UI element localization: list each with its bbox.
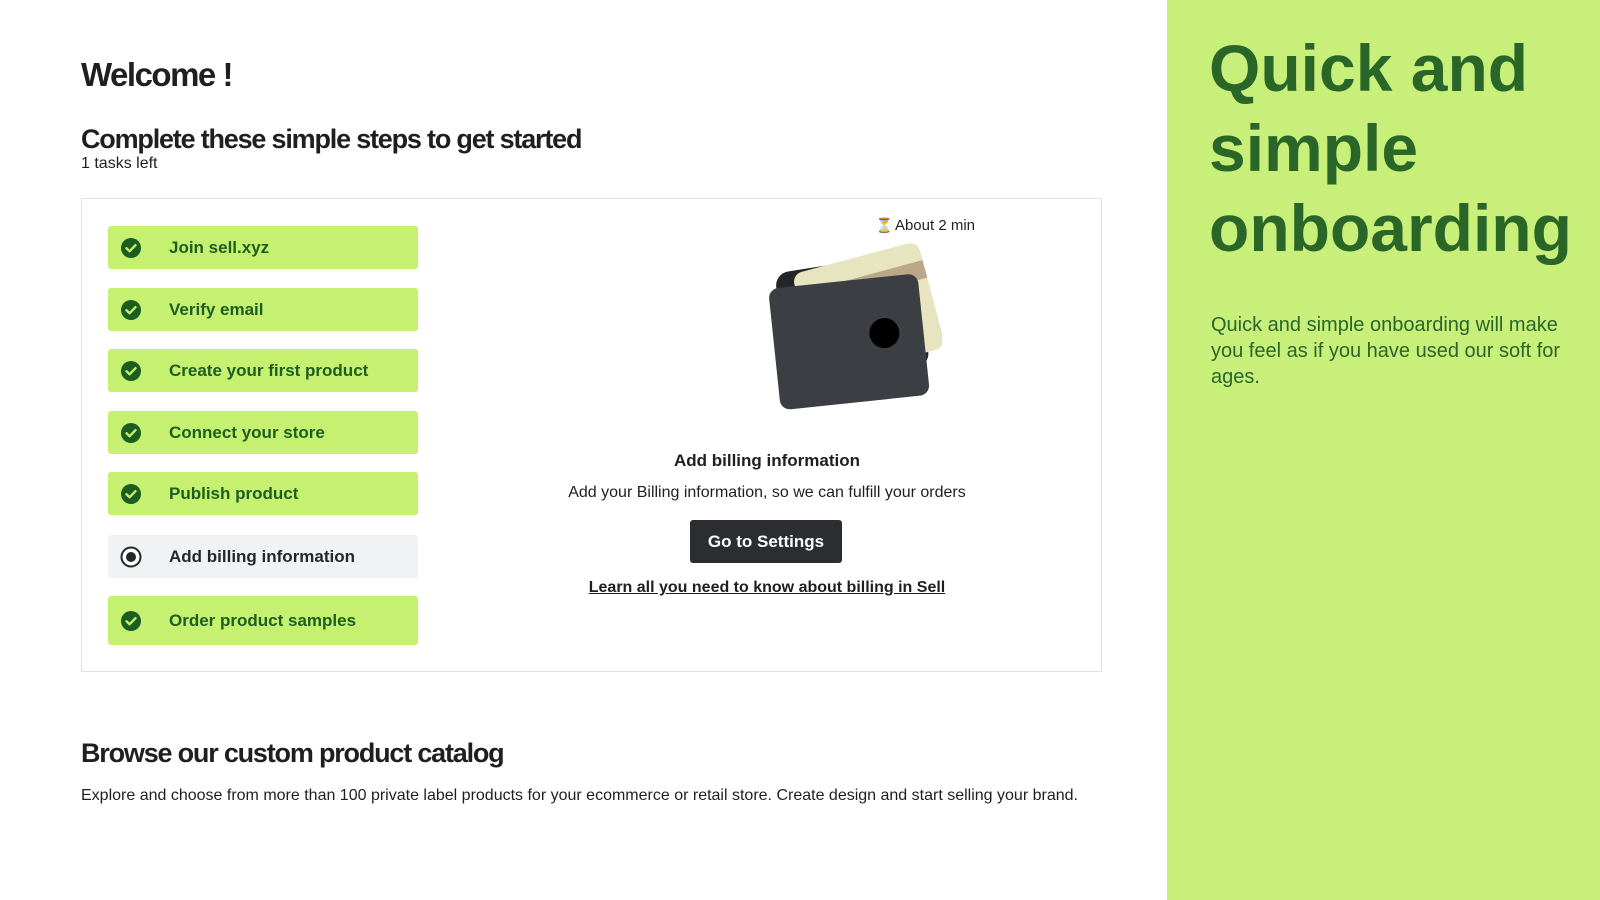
step-item[interactable]: Join sell.xyz (108, 226, 418, 269)
onboarding-card: Join sell.xyz Verify email Create your fir… (81, 198, 1102, 672)
check-circle-icon (120, 422, 142, 444)
tasks-left-count: 1 tasks left (81, 155, 158, 172)
steps-heading: Complete these simple steps to get start… (81, 124, 582, 154)
billing-help-link[interactable]: Learn all you need to know about billing… (522, 579, 1012, 597)
step-item[interactable]: Add billing information (108, 535, 418, 578)
step-detail: ⏳ About 2 min Add billing information Ad… (542, 199, 992, 671)
hourglass-icon: ⏳ (875, 217, 893, 233)
step-label: Create your first product (169, 360, 369, 380)
duration-label: About 2 min (894, 217, 975, 234)
check-circle-icon (120, 299, 142, 321)
catalog-heading: Browse our custom product catalog (81, 738, 505, 768)
duration-estimate: ⏳ About 2 min (876, 217, 975, 234)
step-item[interactable]: Order product samples (108, 596, 418, 645)
step-label: Add billing information (169, 546, 356, 566)
step-item[interactable]: Publish product (108, 472, 418, 515)
welcome-heading: Welcome ! (81, 56, 233, 93)
step-label: Connect your store (169, 422, 325, 442)
step-label: Verify email (169, 299, 264, 319)
side-panel-text: Quick and simple onboarding will make yo… (1211, 314, 1561, 388)
step-detail-title: Add billing information (673, 451, 861, 470)
step-label: Join sell.xyz (169, 237, 270, 257)
wallet-icon (769, 243, 942, 410)
go-to-settings-button[interactable]: Go to Settings (690, 520, 842, 563)
step-label: Publish product (169, 483, 299, 503)
step-label: Order product samples (169, 610, 357, 630)
check-circle-icon (120, 360, 142, 382)
check-circle-icon (120, 483, 142, 505)
step-item[interactable]: Connect your store (108, 411, 418, 454)
radio-selected-icon (120, 546, 142, 568)
side-panel-title: Quick and simple onboarding (1209, 31, 1572, 265)
main-content: Welcome ! Complete these simple steps to… (0, 0, 1167, 900)
step-detail-description: Add your Billing information, so we can … (568, 484, 966, 501)
side-panel: Quick and simple onboarding Quick and si… (1167, 0, 1600, 900)
catalog-description: Explore and choose from more than 100 pr… (81, 787, 1078, 804)
step-item[interactable]: Create your first product (108, 349, 418, 392)
check-circle-icon (120, 237, 142, 259)
step-item[interactable]: Verify email (108, 288, 418, 331)
check-circle-icon (120, 610, 142, 632)
